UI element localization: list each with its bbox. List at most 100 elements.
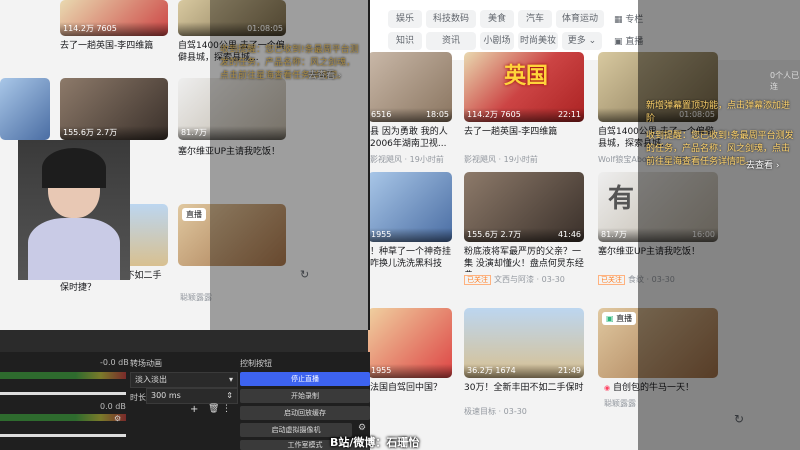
audio-meter <box>0 372 126 379</box>
tab-fashion[interactable]: 时尚美妆 <box>518 32 558 50</box>
video-title[interactable]: 去了一趟英国-李四维篇 <box>464 126 584 138</box>
danmaku-count: 2.7万 <box>96 128 118 137</box>
play-count: 1955 <box>371 230 392 239</box>
author-name: 影视飓风 <box>370 155 402 164</box>
thumb-stats: 1955 <box>368 228 452 242</box>
video-author[interactable]: 已关注 文西与阿漆 · 03-30 <box>464 274 565 285</box>
bilibili-page: 娱乐 科技数码 美食 汽车 体育运动 知识 资讯 小剧场 时尚美妆 更多 ⌄ ▦… <box>368 0 800 450</box>
transition-value: 淡入淡出 <box>135 375 167 384</box>
duration: 18:05 <box>425 110 449 119</box>
webcam-feed <box>18 140 130 280</box>
thumb-stats: 36.2万 1674 21:49 <box>464 364 584 378</box>
meter-db: 0.0 dB <box>100 402 126 411</box>
publish-date: 19小时前 <box>503 155 538 164</box>
replay-buffer-button[interactable]: 启动回放缓存 <box>240 406 370 420</box>
publish-date: 03-30 <box>503 407 527 416</box>
webcam-body <box>28 218 120 280</box>
live-icon-small: ◉ <box>604 384 611 392</box>
live-author[interactable]: 聪颖露露 <box>180 292 212 303</box>
transition-select[interactable]: 淡入淡出 ▾ <box>130 372 238 388</box>
gear-icon[interactable]: ⚙ <box>114 414 121 423</box>
tab-entertainment[interactable]: 娱乐 <box>388 10 422 28</box>
video-thumb[interactable]: 114.2万 7605 <box>60 0 168 36</box>
thumb-art-text: 英国 <box>504 64 549 89</box>
live-badge-icon: ▣ <box>606 314 614 323</box>
play-count: 81.7万 <box>181 128 207 137</box>
live-tag: ▣ 直播 <box>602 312 637 325</box>
live-tag: 直播 <box>182 208 206 221</box>
trash-icon[interactable]: 🗑 <box>208 404 219 414</box>
tab-knowledge[interactable]: 知识 <box>388 32 422 50</box>
tab-food[interactable]: 美食 <box>480 10 514 28</box>
tab-theater[interactable]: 小剧场 <box>480 32 514 50</box>
gear-icon[interactable]: ⚙ <box>358 423 366 433</box>
video-thumb[interactable]: 155.6万 2.7万 <box>60 78 168 140</box>
play-count: 155.6万 <box>467 230 498 239</box>
play-count: 36.2万 <box>467 366 493 375</box>
thumb-stats: 114.2万 7605 22:11 <box>464 108 584 122</box>
announce-link[interactable]: 去查看 › <box>746 160 779 173</box>
video-thumb[interactable]: 155.6万 2.7万 41:46 <box>464 172 584 242</box>
danmaku-count: 7605 <box>96 24 117 33</box>
chevron-down-icon: ⌄ <box>588 36 597 46</box>
video-title[interactable]: 粉底液将军最严厉的父亲？一集 没演却懂火！盘点何炅东经典... <box>464 246 584 272</box>
streamer-caption: B站/微博：石珊怡 <box>330 436 420 449</box>
announce-line: 新增弹幕置顶功能，点击弹幕添加进阶 <box>646 101 791 124</box>
live-author[interactable]: 聪颖露露 <box>604 398 636 409</box>
play-count: 114.2万 <box>467 110 498 119</box>
play-count: 155.6万 <box>63 128 94 137</box>
add-icon[interactable]: + <box>190 404 198 415</box>
volume-slider[interactable] <box>0 392 126 395</box>
video-title[interactable]: ！种草了一个神奇挂 咋换儿洗洗黑科技 <box>370 246 454 272</box>
volume-slider[interactable] <box>0 434 126 437</box>
video-title[interactable]: 县 因为勇敢 我的人 2006年湖南卫视... <box>370 126 454 152</box>
video-title[interactable]: 30万！全新丰田不如二手保时捷？ <box>464 382 584 394</box>
duration-label: 时长 <box>130 393 146 402</box>
more-icon[interactable]: ⋮ <box>222 404 231 414</box>
video-thumb[interactable]: 英国 114.2万 7605 22:11 <box>464 52 584 122</box>
tab-sports[interactable]: 体育运动 <box>556 10 604 28</box>
duration: 22:11 <box>557 110 581 119</box>
tab-more[interactable]: 更多 ⌄ <box>562 32 602 50</box>
play-count: 81.7万 <box>601 230 627 239</box>
duration-input[interactable]: 300 ms ⇕ <box>146 388 238 404</box>
column-icon: ▦ <box>614 15 623 25</box>
duration-value: 300 ms <box>151 391 181 400</box>
obs-dock: -0.0 dB 0.0 dB ⚙ 转场动画 淡入淡出 ▾ 时长 300 ms ⇕ +… <box>0 352 370 450</box>
tab-more-label: 更多 <box>567 36 586 46</box>
stop-streaming-button[interactable]: 停止直播 <box>240 372 370 386</box>
danmaku-count: 2.7万 <box>500 230 522 239</box>
tab-car[interactable]: 汽车 <box>518 10 552 28</box>
video-thumb[interactable]: 1955 <box>368 308 452 378</box>
followed-badge: 已关注 <box>464 275 491 285</box>
start-recording-button[interactable]: 开始录制 <box>240 389 370 403</box>
thumb-stats: 6516 18:05 <box>368 108 452 122</box>
video-title[interactable]: 法国自驾回中国？ <box>370 382 454 394</box>
overlay-shadow <box>638 0 800 450</box>
video-author[interactable]: 影视飓风 · 19小时前 <box>370 154 444 165</box>
video-thumb[interactable]: 1955 <box>368 172 452 242</box>
video-thumb[interactable]: 36.2万 1674 21:49 <box>464 308 584 378</box>
followed-badge: 已关注 <box>598 275 625 285</box>
video-title[interactable]: 去了一趟英国-李四维篇 <box>60 40 168 52</box>
video-author[interactable]: 极速目标 · 03-30 <box>464 406 527 417</box>
video-author[interactable]: 影视飓风 · 19小时前 <box>464 154 538 165</box>
live-tag-label: 直播 <box>186 210 202 219</box>
play-count: 114.2万 <box>63 24 94 33</box>
transitions-title: 转场动画 <box>130 359 162 368</box>
chevron-down-icon: ▾ <box>228 375 233 384</box>
meter-db: -0.0 dB <box>100 358 129 367</box>
video-thumb[interactable] <box>0 78 50 140</box>
controls-title: 控制按钮 <box>240 359 272 368</box>
duration: 41:46 <box>557 230 581 239</box>
tab-news[interactable]: 资讯 <box>426 32 476 50</box>
thumb-stats: 1955 <box>368 364 452 378</box>
tab-tech[interactable]: 科技数码 <box>426 10 476 28</box>
video-thumb[interactable]: 6516 18:05 <box>368 52 452 122</box>
stepper-icon: ⇕ <box>226 391 233 400</box>
author-name: 影视飓风 <box>464 155 496 164</box>
thumb-stats: 155.6万 2.7万 41:46 <box>464 228 584 242</box>
thumb-art-text: 有 <box>608 184 635 214</box>
thumb-stats: 155.6万 2.7万 <box>60 126 168 140</box>
live-icon: ▣ <box>614 37 623 47</box>
